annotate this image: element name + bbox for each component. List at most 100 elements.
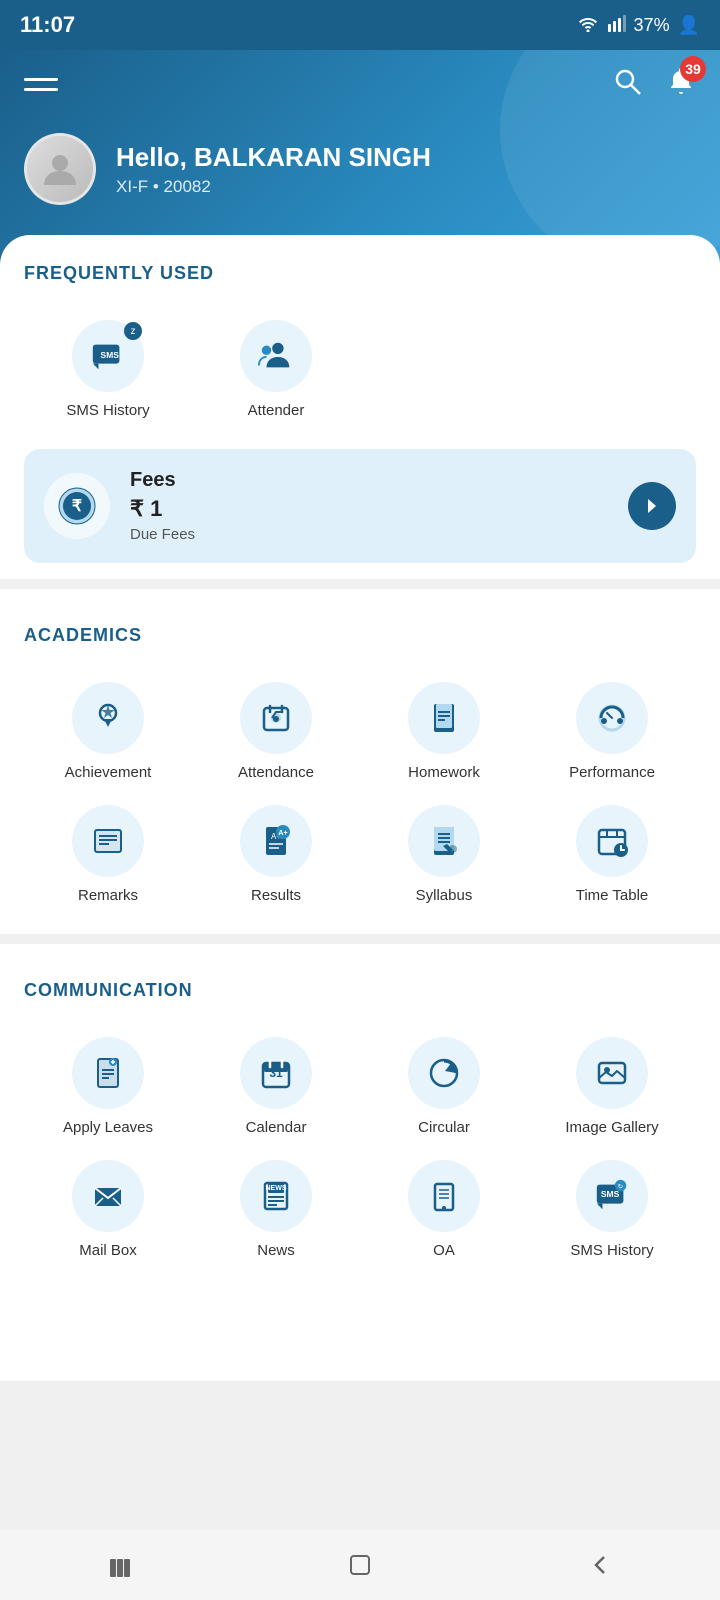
timetable-label: Time Table	[576, 887, 649, 904]
oa-label: OA	[433, 1242, 455, 1259]
performance-label: Performance	[569, 764, 655, 781]
homework-icon	[408, 682, 480, 754]
remarks-label: Remarks	[78, 887, 138, 904]
header-icons: 39	[612, 66, 696, 103]
syllabus-label: Syllabus	[416, 887, 473, 904]
communication-grid: Apply Leaves 31 Calendar	[24, 1025, 696, 1271]
calendar-icon: 31	[240, 1037, 312, 1109]
search-button[interactable]	[612, 66, 642, 103]
comm-sms-history-label: SMS History	[570, 1242, 653, 1259]
comm-news[interactable]: NEWS News	[192, 1148, 360, 1271]
wifi-icon	[576, 14, 600, 37]
comm-oa[interactable]: OA	[360, 1148, 528, 1271]
circular-icon	[408, 1037, 480, 1109]
remarks-icon	[72, 805, 144, 877]
performance-icon	[576, 682, 648, 754]
avatar	[24, 133, 96, 205]
comm-sms-icon-circle: SMS ↻	[576, 1160, 648, 1232]
attendance-label: Attendance	[238, 764, 314, 781]
fees-due: Due Fees	[130, 526, 608, 543]
menu-button[interactable]	[24, 78, 58, 91]
svg-text:A+: A+	[278, 830, 287, 837]
status-bar: 11:07 37% 👤	[0, 0, 720, 50]
fees-icon: ₹	[44, 473, 110, 539]
freq-sms-history[interactable]: SMS z SMS History	[24, 308, 192, 431]
calendar-label: Calendar	[246, 1119, 307, 1136]
oa-icon	[408, 1160, 480, 1232]
fees-amount: ₹ 1	[130, 496, 608, 522]
sms-history-label: SMS History	[66, 402, 149, 419]
academics-results[interactable]: A+ A+ Results	[192, 793, 360, 916]
notification-badge: 39	[680, 56, 706, 82]
attender-icon-circle	[240, 320, 312, 392]
apply-leaves-label: Apply Leaves	[63, 1119, 153, 1136]
fees-text: Fees ₹ 1 Due Fees	[130, 469, 608, 543]
user-name: Hello, BALKARAN SINGH	[116, 142, 431, 173]
communication-title: COMMUNICATION	[24, 980, 696, 1001]
status-time: 11:07	[20, 12, 75, 38]
results-icon: A+ A+	[240, 805, 312, 877]
news-icon: NEWS	[240, 1160, 312, 1232]
academics-achievement[interactable]: Achievement	[24, 670, 192, 793]
home-button[interactable]	[330, 1535, 390, 1595]
academics-performance[interactable]: Performance	[528, 670, 696, 793]
academics-section: ACADEMICS Achievement	[0, 597, 720, 926]
fees-arrow-button[interactable]	[628, 482, 676, 530]
timetable-icon	[576, 805, 648, 877]
signal-icon	[608, 14, 626, 37]
header-nav: 39	[24, 66, 696, 103]
status-icons: 37% 👤	[576, 14, 700, 37]
syllabus-icon	[408, 805, 480, 877]
circular-label: Circular	[418, 1119, 470, 1136]
image-gallery-icon	[576, 1037, 648, 1109]
bottom-nav	[0, 1530, 720, 1600]
freq-attender[interactable]: Attender	[192, 308, 360, 431]
academics-grid: Achievement Attendance	[24, 670, 696, 916]
comm-circular[interactable]: Circular	[360, 1025, 528, 1148]
academics-timetable[interactable]: Time Table	[528, 793, 696, 916]
sms-badge: z	[124, 322, 142, 340]
homework-label: Homework	[408, 764, 480, 781]
frequently-used-section: FREQUENTLY USED SMS z SMS History	[0, 235, 720, 449]
fees-card[interactable]: ₹ Fees ₹ 1 Due Fees	[24, 449, 696, 563]
svg-text:31: 31	[269, 1066, 283, 1080]
achievement-icon	[72, 682, 144, 754]
news-label: News	[257, 1242, 295, 1259]
academics-title: ACADEMICS	[24, 625, 696, 646]
attender-label: Attender	[248, 402, 305, 419]
comm-calendar[interactable]: 31 Calendar	[192, 1025, 360, 1148]
user-info: Hello, BALKARAN SINGH XI-F • 20082	[24, 133, 696, 205]
main-content: FREQUENTLY USED SMS z SMS History	[0, 235, 720, 1381]
achievement-label: Achievement	[65, 764, 152, 781]
user-icon-status: 👤	[678, 15, 700, 36]
academics-attendance[interactable]: Attendance	[192, 670, 360, 793]
user-meta: XI-F • 20082	[116, 177, 431, 197]
svg-text:↻: ↻	[618, 1183, 624, 1190]
fees-title: Fees	[130, 469, 608, 492]
communication-section: COMMUNICATION Apply Leaves	[0, 952, 720, 1281]
comm-mailbox[interactable]: Mail Box	[24, 1148, 192, 1271]
academics-homework[interactable]: Homework	[360, 670, 528, 793]
apply-leaves-icon	[72, 1037, 144, 1109]
comm-apply-leaves[interactable]: Apply Leaves	[24, 1025, 192, 1148]
sms-history-icon-circle: SMS z	[72, 320, 144, 392]
header: 39 Hello, BALKARAN SINGH XI-F • 20082	[0, 50, 720, 265]
divider-2	[0, 934, 720, 944]
notifications-button[interactable]: 39	[666, 66, 696, 103]
divider-1	[0, 579, 720, 589]
academics-syllabus[interactable]: Syllabus	[360, 793, 528, 916]
mailbox-label: Mail Box	[79, 1242, 137, 1259]
academics-remarks[interactable]: Remarks	[24, 793, 192, 916]
user-text: Hello, BALKARAN SINGH XI-F • 20082	[116, 142, 431, 197]
svg-text:SMS: SMS	[601, 1189, 620, 1199]
comm-image-gallery[interactable]: Image Gallery	[528, 1025, 696, 1148]
frequently-used-title: FREQUENTLY USED	[24, 263, 696, 284]
back-button[interactable]	[570, 1535, 630, 1595]
svg-text:NEWS: NEWS	[266, 1185, 287, 1192]
image-gallery-label: Image Gallery	[565, 1119, 658, 1136]
results-label: Results	[251, 887, 301, 904]
svg-text:SMS: SMS	[100, 350, 119, 360]
attendance-icon	[240, 682, 312, 754]
recent-apps-button[interactable]	[90, 1535, 150, 1595]
comm-sms-history[interactable]: SMS ↻ SMS History	[528, 1148, 696, 1271]
